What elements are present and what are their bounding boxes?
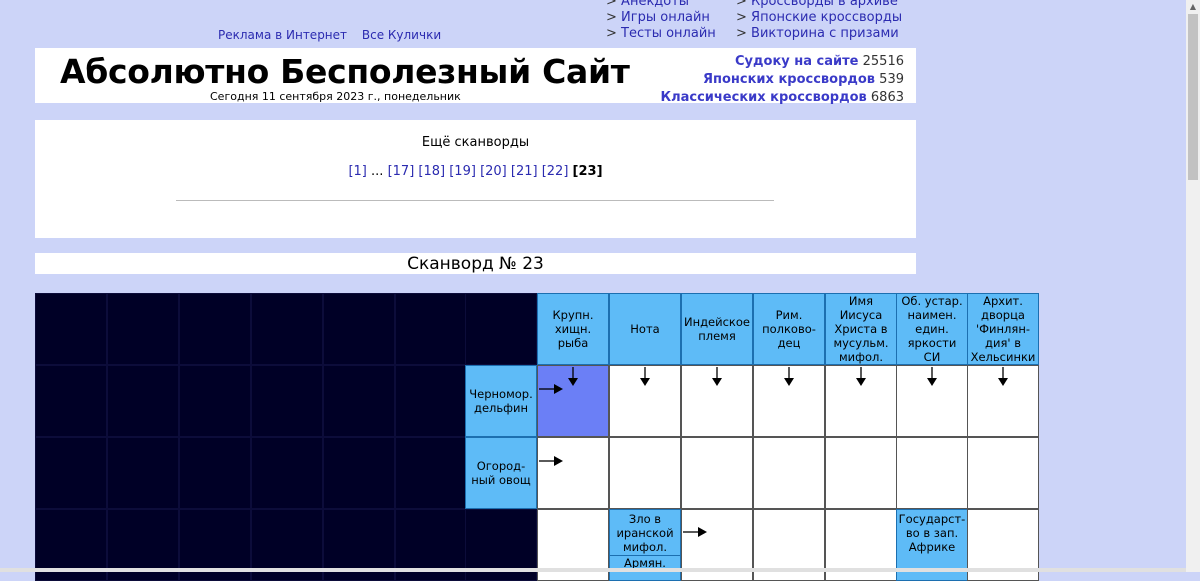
site-header: Абсолютно Бесполезный Сайт Сегодня 11 се… <box>35 48 916 105</box>
stat-sudoku: Судоку на сайте 25516 <box>735 54 904 69</box>
site-title[interactable]: Абсолютно Бесполезный Сайт <box>60 52 630 91</box>
stat-japanese: Японских кроссвордов 539 <box>702 72 904 87</box>
arrow-right-icon <box>683 527 707 537</box>
top-nav-col2: > Кроссворды в архиве > Японские кроссво… <box>736 0 902 42</box>
all-kulichki-link[interactable]: Все Кулички <box>362 28 441 42</box>
more-scanwords-box: Ещё сканворды [1] ... [17] [18] [19] [20… <box>35 120 916 238</box>
scroll-up-icon[interactable]: ▲ <box>1189 2 1197 11</box>
top-links: Реклама в Интернет Все Кулички <box>218 28 452 42</box>
page-link-21[interactable]: [21] <box>511 164 538 179</box>
arrow-down-icon <box>784 367 794 386</box>
arrow-down-icon <box>856 367 866 386</box>
page-link-22[interactable]: [22] <box>542 164 569 179</box>
page-ellipsis: ... <box>371 164 384 179</box>
scrollbar-thumb[interactable] <box>1188 14 1198 180</box>
grid-arrows-layer <box>539 367 1008 537</box>
nav-item-japanese-crosswords[interactable]: > Японские кроссворды <box>736 10 902 26</box>
nav-item-quiz[interactable]: > Викторина с призами <box>736 26 902 42</box>
today-date: Сегодня 11 сентября 2023 г., понедельник <box>210 90 461 103</box>
page-link-18[interactable]: [18] <box>418 164 445 179</box>
site-stats: Судоку на сайте 25516 Японских кроссворд… <box>660 53 904 107</box>
pagination: [1] ... [17] [18] [19] [20] [21] [22] [2… <box>35 164 916 179</box>
arrow-down-icon <box>927 367 937 386</box>
page-link-17[interactable]: [17] <box>388 164 415 179</box>
stat-classic: Классических кроссвордов 6863 <box>660 90 904 105</box>
arrow-right-icon <box>539 384 563 394</box>
page-link-20[interactable]: [20] <box>480 164 507 179</box>
divider <box>176 200 774 201</box>
nav-item-anecdotes[interactable]: > Анекдоты <box>606 0 716 10</box>
top-nav-col1: > Анекдоты > Игры онлайн > Тесты онлайн <box>606 0 716 42</box>
advertising-link[interactable]: Реклама в Интернет <box>218 28 347 42</box>
arrow-down-icon <box>640 367 650 386</box>
arrow-down-icon <box>712 367 722 386</box>
nav-item-games[interactable]: > Игры онлайн <box>606 10 716 26</box>
page-link-19[interactable]: [19] <box>449 164 476 179</box>
arrow-right-icon <box>539 456 563 466</box>
nav-item-tests[interactable]: > Тесты онлайн <box>606 26 716 42</box>
page-link-1[interactable]: [1] <box>348 164 366 179</box>
arrow-down-icon <box>998 367 1008 386</box>
arrow-down-icon <box>568 367 578 386</box>
more-title: Ещё сканворды <box>421 135 530 150</box>
nav-item-crossword-archive[interactable]: > Кроссворды в архиве <box>736 0 902 10</box>
page-current-23: [23] <box>572 164 603 179</box>
scanword-title: Сканворд № 23 <box>35 253 916 274</box>
horizontal-scrollbar[interactable] <box>0 568 1186 572</box>
